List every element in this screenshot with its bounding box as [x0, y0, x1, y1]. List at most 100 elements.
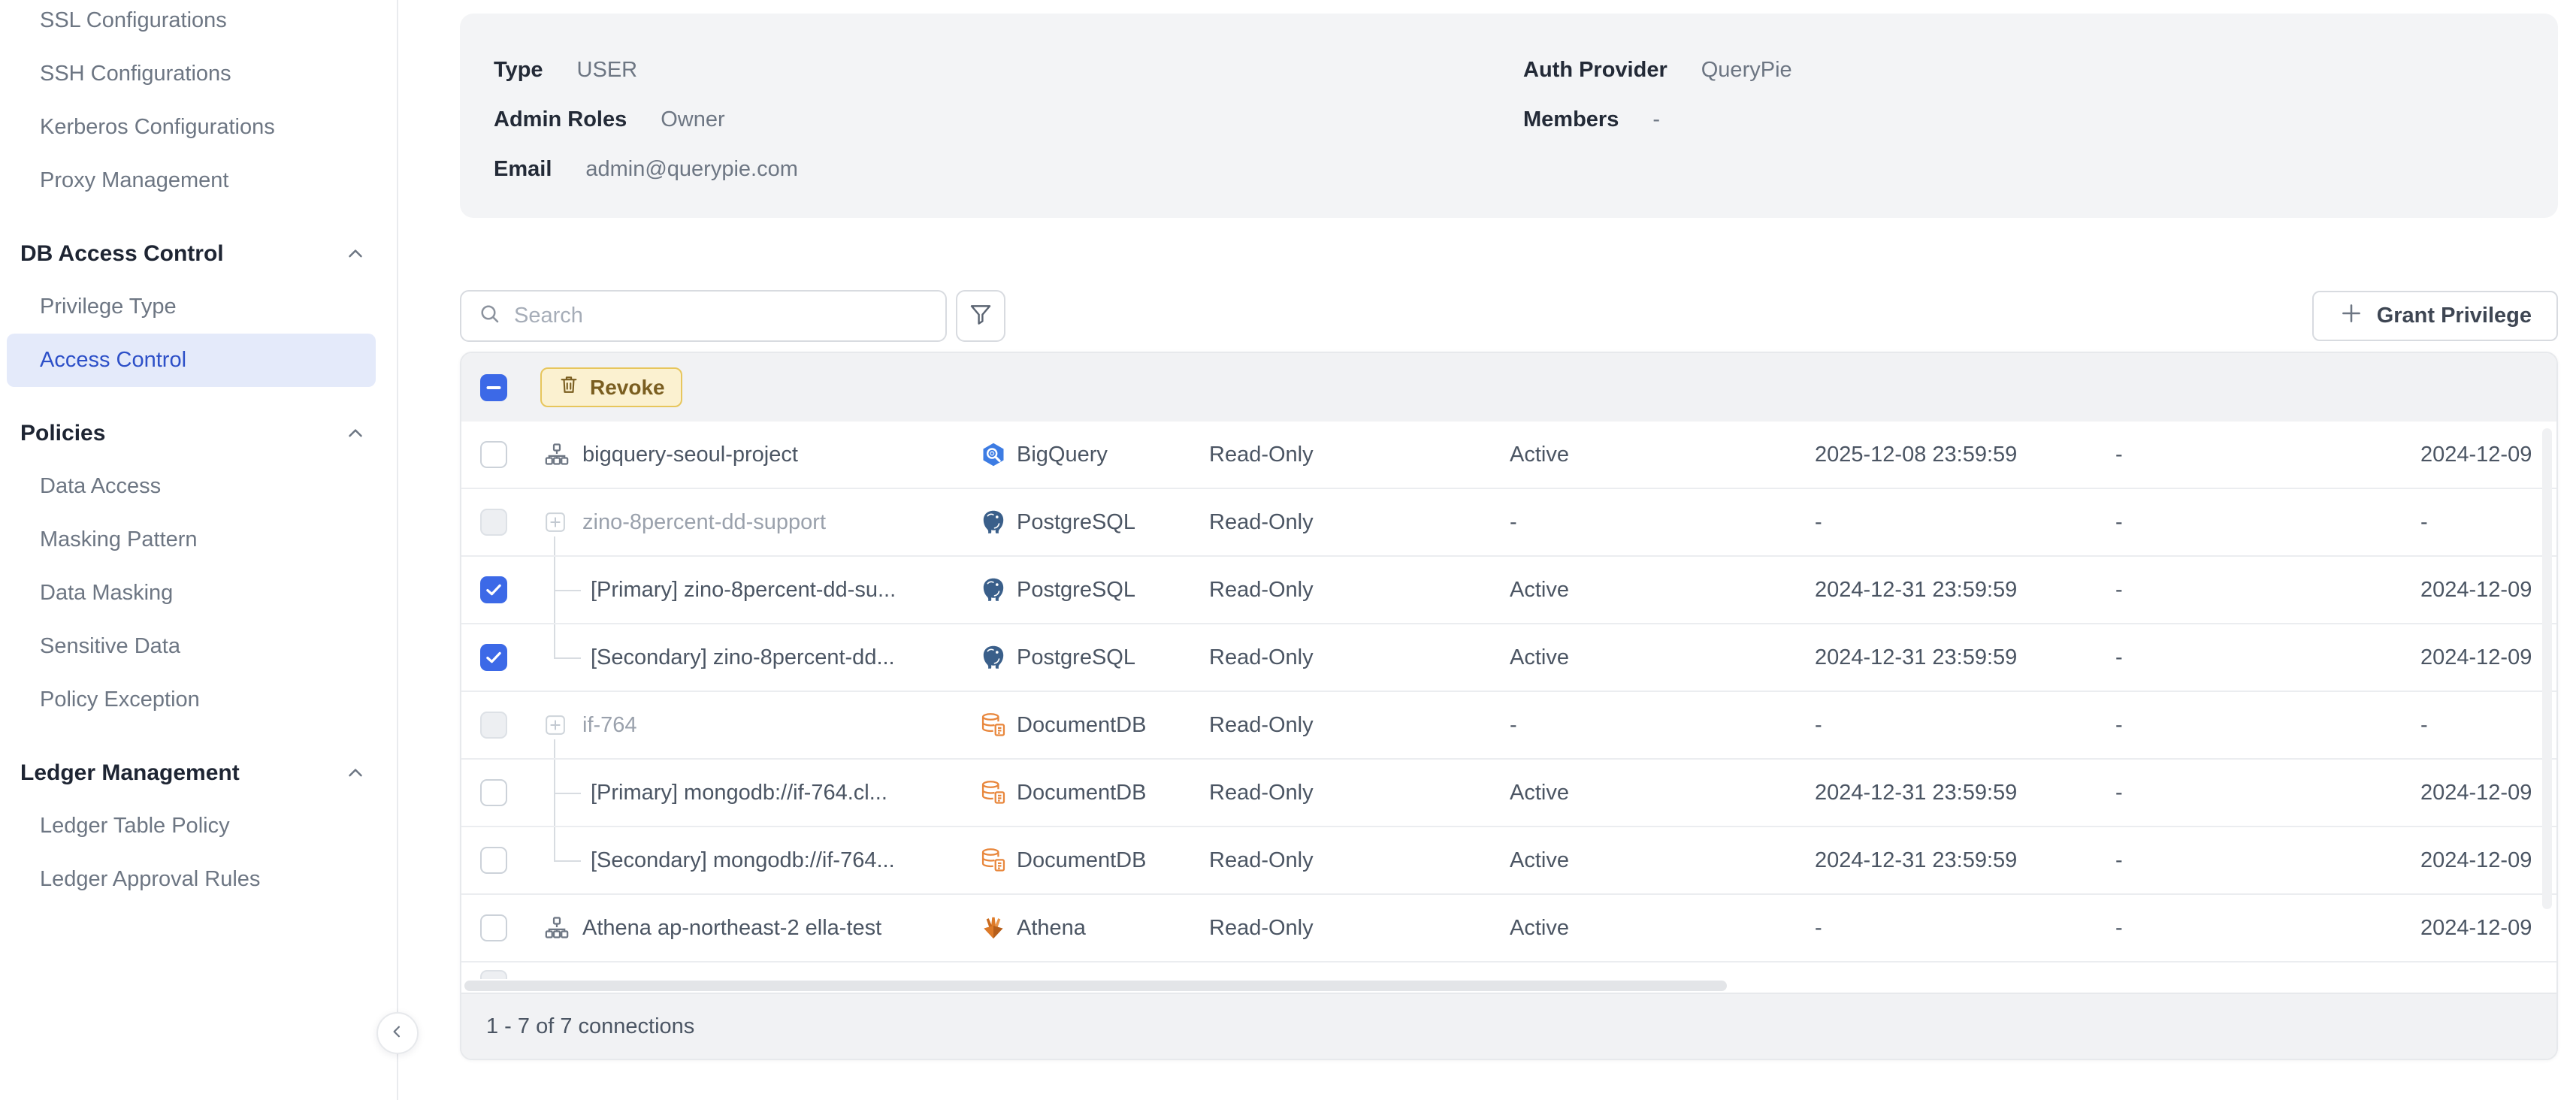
sidebar-item-privilege-type[interactable]: Privilege Type — [0, 280, 397, 334]
expiry-date-cell: 2025-12-08 23:59:59 — [1815, 422, 2115, 488]
toolbar: Grant Privilege — [460, 290, 2558, 342]
table-row[interactable]: [Primary] zino-8percent-dd-su...PostgreS… — [461, 557, 2556, 624]
connection-name: zino-8percent-dd-support — [525, 510, 826, 535]
sidebar-item-proxy-management[interactable]: Proxy Management — [0, 154, 397, 207]
sidebar-section-policies[interactable]: Policies — [0, 406, 397, 460]
extra-dash-cell-text: - — [2115, 578, 2123, 603]
row-checkbox-cell — [461, 895, 525, 961]
table-row[interactable]: [Secondary] mongodb://if-764... DocumentD… — [461, 827, 2556, 895]
sidebar: SSL ConfigurationsSSH ConfigurationsKerb… — [0, 0, 398, 1100]
table-row[interactable]: [Secondary] zino-8percent-dd...PostgreSQ… — [461, 624, 2556, 692]
sidebar-item-ssh-configurations[interactable]: SSH Configurations — [0, 47, 397, 101]
revoke-button[interactable]: Revoke — [540, 367, 682, 407]
db-type-cell: PostgreSQL — [980, 557, 1209, 623]
info-field-admin-roles: Admin RolesOwner — [494, 95, 1523, 144]
privilege-cell: Read-Only — [1209, 692, 1510, 758]
status-cell-text: - — [1510, 713, 1517, 738]
granted-date-cell: 2024-12-09 — [2420, 624, 2556, 691]
privilege-cell: Read-Only — [1209, 624, 1510, 691]
info-field-email: Email admin@querypie.com — [494, 144, 1523, 194]
row-checkbox[interactable] — [480, 441, 507, 468]
vertical-scrollbar[interactable] — [2542, 428, 2552, 909]
row-checkbox[interactable] — [480, 576, 507, 603]
table-row[interactable]: bigquery-seoul-projectBigQueryRead-OnlyA… — [461, 422, 2556, 489]
status-cell: Active — [1510, 895, 1815, 961]
row-checkbox[interactable] — [480, 509, 507, 536]
connection-name: Athena ap-northeast-2 ella-test — [525, 916, 881, 941]
sidebar-item-kerberos-configurations[interactable]: Kerberos Configurations — [0, 101, 397, 154]
grant-privilege-button[interactable]: Grant Privilege — [2312, 291, 2558, 341]
privilege-cell-text: Read-Only — [1209, 916, 1314, 941]
sidebar-item-data-masking[interactable]: Data Masking — [0, 567, 397, 620]
sidebar-item-access-control[interactable]: Access Control — [7, 334, 376, 387]
expiry-date-cell-text: 2024-12-31 23:59:59 — [1815, 848, 2017, 873]
sidebar-section-title: Ledger Management — [20, 760, 240, 786]
granted-date-cell: - — [2420, 489, 2556, 555]
status-cell: Active — [1510, 624, 1815, 691]
revoke-label: Revoke — [590, 376, 665, 400]
db-type-label: DocumentDB — [1017, 848, 1146, 873]
expiry-date-cell-text: 2024-12-31 23:59:59 — [1815, 578, 2017, 603]
row-checkbox[interactable] — [480, 779, 507, 806]
table-row[interactable]: [Primary] mongodb://if-764.cl...Document… — [461, 760, 2556, 827]
sidebar-collapse-button[interactable] — [376, 1012, 419, 1054]
horizontal-scrollbar-thumb[interactable] — [464, 981, 1727, 991]
sidebar-item-ssl-configurations[interactable]: SSL Configurations — [0, 0, 397, 47]
info-field-label: Email — [494, 157, 552, 182]
sidebar-item-ledger-table-policy[interactable]: Ledger Table Policy — [0, 799, 397, 853]
sidebar-item-data-access[interactable]: Data Access — [0, 460, 397, 513]
expiry-date-cell: 2024-12-31 23:59:59 — [1815, 827, 2115, 893]
granted-date-cell: 2024-12-09 — [2420, 557, 2556, 623]
row-checkbox[interactable] — [480, 644, 507, 671]
chevron-left-icon — [386, 1020, 409, 1047]
expand-plus-icon[interactable] — [544, 511, 567, 533]
table-row[interactable]: zino-8percent-dd-supportPostgreSQLRead-O… — [461, 489, 2556, 557]
search-input[interactable] — [512, 303, 918, 329]
connection-name-cell: [Primary] mongodb://if-764.cl... — [525, 760, 980, 826]
row-checkbox[interactable] — [480, 914, 507, 941]
granted-date-cell: 2024-12-09 — [2420, 895, 2556, 961]
table-row[interactable]: if-764DocumentDBRead-Only---- — [461, 692, 2556, 760]
expiry-date-cell: 2024-12-31 23:59:59 — [1815, 557, 2115, 623]
info-field-value: admin@querypie.com — [585, 157, 798, 182]
filter-button[interactable] — [956, 290, 1005, 342]
expiry-date-cell-text: - — [1815, 713, 1822, 738]
privilege-cell: Read-Only — [1209, 422, 1510, 488]
connection-name-cell: [Secondary] mongodb://if-764... — [525, 827, 980, 893]
extra-dash-cell-text: - — [2115, 645, 2123, 670]
table-row[interactable]: Athena ap-northeast-2 ella-testAthenaRea… — [461, 895, 2556, 962]
extra-dash-cell: - — [2115, 557, 2420, 623]
tree-connector-elbow — [554, 657, 581, 659]
expand-plus-icon[interactable] — [544, 714, 567, 736]
row-checkbox-cell — [461, 760, 525, 826]
connection-name-cell: Athena ap-northeast-2 ella-test — [525, 895, 980, 961]
sidebar-item-masking-pattern[interactable]: Masking Pattern — [0, 513, 397, 567]
expiry-date-cell: - — [1815, 692, 2115, 758]
row-checkbox-cell — [461, 624, 525, 691]
info-field-label: Admin Roles — [494, 107, 627, 132]
status-cell-text: Active — [1510, 781, 1569, 805]
row-checkbox[interactable] — [480, 847, 507, 874]
sidebar-item-ledger-approval-rules[interactable]: Ledger Approval Rules — [0, 853, 397, 906]
status-cell: Active — [1510, 760, 1815, 826]
tree-connector-elbow — [554, 860, 581, 862]
sidebar-item-policy-exception[interactable]: Policy Exception — [0, 673, 397, 727]
row-checkbox[interactable] — [480, 712, 507, 739]
sidebar-section-ledger-management[interactable]: Ledger Management — [0, 746, 397, 799]
expiry-date-cell-text: 2025-12-08 23:59:59 — [1815, 443, 2017, 467]
status-cell-text: - — [1510, 510, 1517, 535]
privilege-cell-text: Read-Only — [1209, 443, 1314, 467]
search-box[interactable] — [460, 290, 947, 342]
sidebar-item-sensitive-data[interactable]: Sensitive Data — [0, 620, 397, 673]
privilege-cell: Read-Only — [1209, 827, 1510, 893]
select-all-checkbox[interactable] — [480, 374, 507, 401]
bulk-actions-bar: Revoke — [461, 353, 2556, 422]
privilege-cell: Read-Only — [1209, 895, 1510, 961]
connection-name: if-764 — [525, 713, 637, 738]
db-type-cell: DocumentDB — [980, 827, 1209, 893]
sidebar-section-db-access-control[interactable]: DB Access Control — [0, 227, 397, 280]
expiry-date-cell-text: - — [1815, 510, 1822, 535]
athena-icon — [980, 914, 1007, 941]
expiry-date-cell: - — [1815, 895, 2115, 961]
info-field-label: Members — [1523, 107, 1619, 132]
